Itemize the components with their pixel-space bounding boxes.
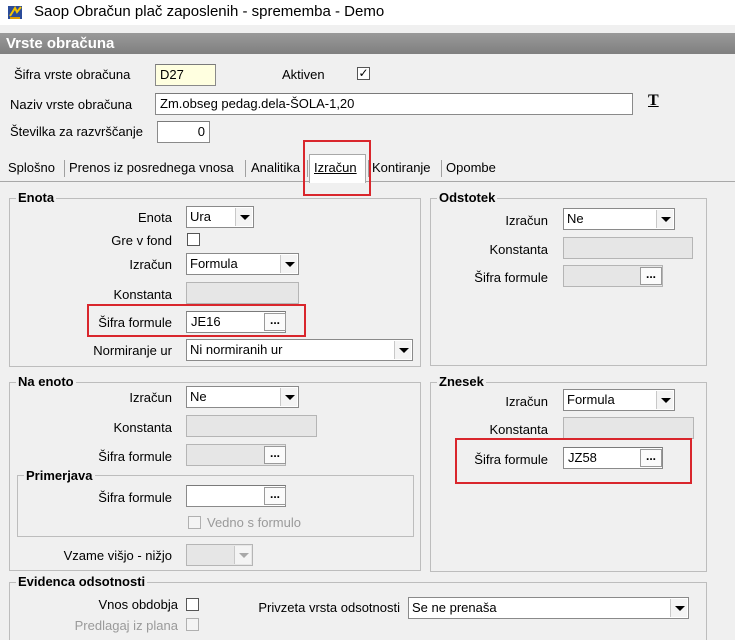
vnos-obdobja-checkbox[interactable] — [186, 598, 199, 611]
vedno-s-formulo-label: Vedno s formulo — [207, 515, 301, 530]
na-enoto-izracun-value: Ne — [190, 389, 207, 404]
ellipsis-button[interactable]: ... — [640, 267, 662, 285]
chevron-down-icon[interactable] — [235, 208, 252, 226]
gre-v-fond-label: Gre v fond — [111, 233, 172, 248]
chevron-down-icon[interactable] — [670, 599, 687, 617]
highlight-enota-formula — [87, 304, 306, 337]
sifra-label: Šifra vrste obračuna — [14, 67, 131, 82]
tab-kontiranje[interactable]: Kontiranje — [372, 160, 431, 175]
odstotek-group-title: Odstotek — [437, 190, 498, 205]
chevron-down-icon[interactable] — [656, 391, 673, 409]
sifra-input[interactable]: D27 — [155, 64, 216, 86]
normiranje-value: Ni normiranih ur — [190, 342, 283, 357]
naziv-label: Naziv vrste obračuna — [10, 97, 133, 112]
stevilka-label: Številka za razvrščanje — [10, 124, 143, 139]
chevron-down-icon[interactable] — [656, 210, 673, 228]
normiranje-label: Normiranje ur — [93, 343, 172, 358]
tab-splosno[interactable]: Splošno — [8, 160, 55, 175]
app-icon — [8, 5, 22, 19]
tab-separator — [64, 160, 65, 177]
naziv-input[interactable]: Zm.obseg pedag.dela-ŠOLA-1,20 — [155, 93, 633, 115]
enota-group-title: Enota — [16, 190, 57, 205]
predlagaj-label: Predlagaj iz plana — [74, 618, 178, 633]
tab-prenos[interactable]: Prenos iz posrednega vnosa — [69, 160, 234, 175]
chevron-down-icon[interactable] — [394, 341, 411, 359]
na-enoto-konstanta-input — [186, 415, 317, 437]
znesek-izracun-label: Izračun — [505, 394, 548, 409]
znesek-konstanta-label: Konstanta — [489, 422, 548, 437]
enota-select[interactable]: Ura — [186, 206, 254, 228]
ellipsis-button[interactable]: ... — [264, 487, 286, 505]
odstotek-konstanta-input — [563, 237, 693, 259]
vedno-s-formulo-checkbox — [188, 516, 201, 529]
chevron-down-icon[interactable] — [280, 388, 297, 406]
odstotek-sifra-formule-label: Šifra formule — [474, 270, 548, 285]
vzame-label: Vzame višjo - nižjo — [63, 548, 172, 563]
na-enoto-sifra-formule-label: Šifra formule — [98, 449, 172, 464]
odstotek-izracun-label: Izračun — [505, 213, 548, 228]
tab-separator — [245, 160, 246, 177]
font-icon[interactable]: T — [648, 93, 666, 111]
enota-label: Enota — [138, 210, 172, 225]
evidenca-group-title: Evidenca odsotnosti — [16, 574, 148, 589]
highlight-izracun-tab — [303, 140, 371, 196]
privzeta-label: Privzeta vrsta odsotnosti — [258, 600, 400, 615]
tab-separator — [441, 160, 442, 177]
enota-select-value: Ura — [190, 209, 211, 224]
primerjava-sifra-formule-label: Šifra formule — [98, 490, 172, 505]
vzame-select — [186, 544, 253, 566]
enota-izracun-value: Formula — [190, 256, 238, 271]
page-title: Vrste obračuna — [0, 33, 735, 54]
odstotek-izracun-value: Ne — [567, 211, 584, 226]
na-enoto-izracun-select[interactable]: Ne — [186, 386, 299, 408]
vnos-obdobja-label: Vnos obdobja — [98, 597, 178, 612]
znesek-izracun-value: Formula — [567, 392, 615, 407]
window-title: Saop Obračun plač zaposlenih - sprememba… — [34, 3, 385, 20]
na-enoto-group-title: Na enoto — [16, 374, 76, 389]
gre-v-fond-checkbox[interactable] — [187, 233, 200, 246]
znesek-konstanta-input — [563, 417, 694, 439]
privzeta-value: Se ne prenaša — [412, 600, 497, 615]
privzeta-select[interactable]: Se ne prenaša — [408, 597, 689, 619]
aktiven-label: Aktiven — [282, 67, 325, 82]
enota-izracun-select[interactable]: Formula — [186, 253, 299, 275]
primerjava-group-title: Primerjava — [24, 468, 95, 483]
highlight-znesek-formula — [455, 438, 692, 484]
tab-analitika[interactable]: Analitika — [251, 160, 300, 175]
na-enoto-konstanta-label: Konstanta — [113, 420, 172, 435]
window-titlebar: Saop Obračun plač zaposlenih - sprememba… — [0, 0, 735, 25]
ellipsis-button[interactable]: ... — [264, 446, 286, 464]
znesek-group-title: Znesek — [437, 374, 486, 389]
odstotek-izracun-select[interactable]: Ne — [563, 208, 675, 230]
chevron-down-icon — [234, 546, 251, 564]
tab-opombe[interactable]: Opombe — [446, 160, 496, 175]
predlagaj-checkbox — [186, 618, 199, 631]
chevron-down-icon[interactable] — [280, 255, 297, 273]
normiranje-select[interactable]: Ni normiranih ur — [186, 339, 413, 361]
odstotek-konstanta-label: Konstanta — [489, 242, 548, 257]
aktiven-checkbox[interactable]: ✓ — [357, 67, 370, 80]
stevilka-input[interactable]: 0 — [157, 121, 210, 143]
na-enoto-izracun-label: Izračun — [129, 390, 172, 405]
znesek-izracun-select[interactable]: Formula — [563, 389, 675, 411]
enota-izracun-label: Izračun — [129, 257, 172, 272]
enota-konstanta-label: Konstanta — [113, 287, 172, 302]
enota-konstanta-input — [186, 282, 299, 304]
